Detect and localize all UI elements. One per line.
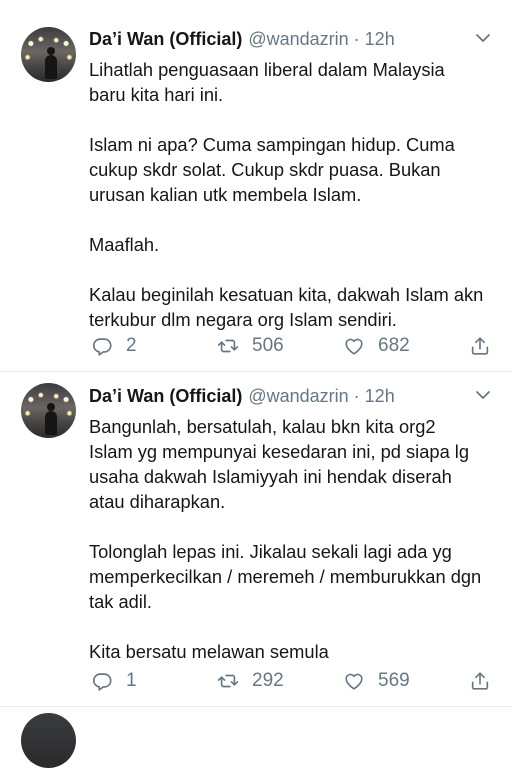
tweet-paragraph: Tolonglah lepas ini. Jikalau sekali lagi… (89, 541, 482, 612)
like-count: 682 (378, 335, 410, 356)
share-button[interactable] (469, 670, 491, 692)
heart-icon (345, 673, 363, 690)
avatar[interactable] (21, 27, 76, 82)
reply-icon (93, 338, 112, 356)
display-name[interactable]: Da’i Wan (Official) (89, 29, 242, 50)
chevron-down-icon[interactable] (474, 31, 492, 45)
tweet-header: Da’i Wan (Official) @wandazrin · 12h (89, 27, 492, 51)
user-handle[interactable]: @wandazrin (248, 386, 348, 407)
like-button[interactable]: 569 (343, 670, 410, 692)
display-name[interactable]: Da’i Wan (Official) (89, 386, 242, 407)
share-icon (471, 337, 489, 355)
tweet-paragraph: Bangunlah, bersatulah, kalau bkn kita or… (89, 416, 470, 512)
reply-count: 2 (126, 335, 137, 356)
timestamp[interactable]: 12h (365, 386, 395, 407)
tweet-paragraph: Lihatlah penguasaan liberal dalam Malays… (89, 59, 445, 105)
separator-dot: · (353, 385, 360, 406)
timestamp[interactable]: 12h (365, 29, 395, 50)
retweet-button[interactable]: 506 (217, 335, 284, 357)
tweet-actions: 2 506 682 (89, 335, 499, 361)
like-button[interactable]: 682 (343, 335, 410, 357)
reply-button[interactable]: 2 (91, 335, 137, 357)
retweet-button[interactable]: 292 (217, 670, 284, 692)
reply-icon (93, 673, 112, 691)
tweet[interactable]: Da’i Wan (Official) @wandazrin · 12h Lih… (0, 0, 512, 372)
tweet-feed: Da’i Wan (Official) @wandazrin · 12h Lih… (0, 0, 512, 768)
reply-button[interactable]: 1 (91, 670, 137, 692)
retweet-count: 506 (252, 335, 284, 356)
share-icon (471, 672, 489, 690)
tweet-paragraph: Kita bersatu melawan semula (89, 641, 329, 662)
tweet-paragraph: Islam ni apa? Cuma sampingan hidup. Cuma… (89, 134, 455, 205)
user-handle[interactable]: @wandazrin (248, 29, 348, 50)
heart-icon (345, 338, 363, 355)
tweet-header: Da’i Wan (Official) @wandazrin · 12h (89, 384, 492, 408)
next-tweet-avatar[interactable] (21, 713, 76, 768)
tweet[interactable]: Da’i Wan (Official) @wandazrin · 12h Ban… (0, 372, 512, 707)
avatar[interactable] (21, 383, 76, 438)
tweet-paragraph: Maaflah. (89, 234, 160, 255)
retweet-count: 292 (252, 670, 284, 691)
tweet-text: Lihatlah penguasaan liberal dalam Malays… (89, 57, 484, 332)
tweet-paragraph: Kalau beginilah kesatuan kita, dakwah Is… (89, 284, 484, 330)
separator-dot: · (353, 28, 360, 49)
tweet-text: Bangunlah, bersatulah, kalau bkn kita or… (89, 414, 484, 664)
chevron-down-icon[interactable] (474, 388, 492, 402)
retweet-icon (217, 339, 239, 353)
like-count: 569 (378, 670, 410, 691)
share-button[interactable] (469, 335, 491, 357)
tweet-actions: 1 292 569 (89, 670, 499, 696)
reply-count: 1 (126, 670, 137, 691)
retweet-icon (217, 674, 239, 688)
